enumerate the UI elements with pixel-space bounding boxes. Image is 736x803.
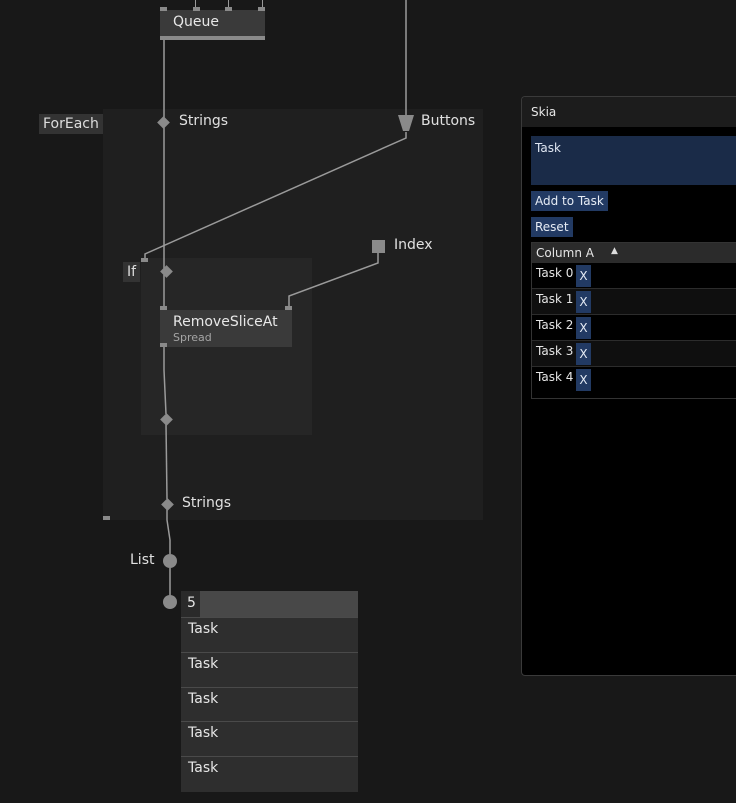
- spread-viewer-item: Task: [181, 756, 358, 790]
- column-a-header[interactable]: Column A ▲: [532, 243, 736, 262]
- task-table: Column A ▲ Task 0 X Task 1 X Task 2 X Ta…: [531, 242, 736, 399]
- removesliceat-input-index-pin[interactable]: [285, 306, 292, 310]
- queue-input-pin-1[interactable]: [160, 7, 167, 11]
- table-row: Task 4 X: [532, 366, 736, 393]
- remove-row-button[interactable]: X: [576, 317, 591, 339]
- queue-input-pin-4[interactable]: [258, 7, 265, 11]
- remove-row-button[interactable]: X: [576, 291, 591, 313]
- table-row: Task 2 X: [532, 314, 736, 341]
- table-cell: Task 4: [536, 370, 574, 384]
- table-row: Task 0 X: [532, 262, 736, 289]
- queue-input-connector-3: [228, 0, 229, 7]
- list-label: List: [130, 552, 155, 568]
- table-cell: Task 1: [536, 292, 574, 306]
- task-text-field[interactable]: Task: [531, 136, 736, 185]
- spread-viewer-item: Task: [181, 687, 358, 721]
- table-row: Task 1 X: [532, 288, 736, 315]
- viewer-input-pad[interactable]: [163, 595, 177, 609]
- removesliceat-node-subtitle: Spread: [173, 331, 212, 344]
- queue-node-title: Queue: [173, 14, 219, 30]
- spread-viewer[interactable]: 5 Task Task Task Task Task: [181, 591, 358, 792]
- buttons-pad[interactable]: [398, 115, 414, 132]
- remove-row-button[interactable]: X: [576, 369, 591, 391]
- if-region-label: If: [123, 262, 141, 282]
- removesliceat-node-title: RemoveSliceAt: [173, 314, 278, 330]
- strings-input-label: Strings: [179, 113, 229, 129]
- removesliceat-node[interactable]: RemoveSliceAt Spread: [160, 310, 292, 347]
- table-cell: Task 3: [536, 344, 574, 358]
- spread-viewer-item: Task: [181, 652, 358, 686]
- spread-viewer-header: [200, 591, 358, 617]
- removesliceat-input-spread-pin[interactable]: [160, 306, 167, 310]
- queue-input-connector-2: [195, 0, 196, 7]
- spread-viewer-item: Task: [181, 721, 358, 755]
- column-a-header-label: Column A: [536, 246, 594, 260]
- skia-window[interactable]: Skia Task Add to Task Reset Column A ▲ T…: [521, 96, 736, 676]
- index-label: Index: [394, 237, 433, 253]
- table-cell: Task 0: [536, 266, 574, 280]
- removesliceat-output-pin[interactable]: [160, 343, 167, 347]
- foreach-region-label: ForEach: [39, 114, 103, 134]
- foreach-corner-pin[interactable]: [103, 516, 110, 520]
- reset-button[interactable]: Reset: [531, 217, 573, 237]
- list-pad[interactable]: [163, 554, 177, 568]
- queue-input-pin-2[interactable]: [193, 7, 200, 11]
- queue-input-pin-3[interactable]: [225, 7, 232, 11]
- queue-node[interactable]: Queue: [160, 10, 265, 36]
- queue-output-pin[interactable]: [160, 36, 265, 40]
- queue-input-connector-4: [262, 0, 263, 7]
- strings-output-label: Strings: [182, 495, 232, 511]
- table-row: Task 3 X: [532, 340, 736, 367]
- spread-viewer-item: Task: [181, 617, 358, 651]
- skia-window-title[interactable]: Skia: [522, 97, 736, 127]
- index-pad[interactable]: [372, 240, 385, 253]
- buttons-label: Buttons: [421, 113, 476, 129]
- remove-row-button[interactable]: X: [576, 265, 591, 287]
- remove-row-button[interactable]: X: [576, 343, 591, 365]
- sort-ascending-icon: ▲: [611, 246, 618, 256]
- add-to-task-button[interactable]: Add to Task: [531, 191, 608, 211]
- spread-viewer-count: 5: [181, 591, 200, 617]
- if-condition-pin[interactable]: [141, 258, 148, 262]
- table-cell: Task 2: [536, 318, 574, 332]
